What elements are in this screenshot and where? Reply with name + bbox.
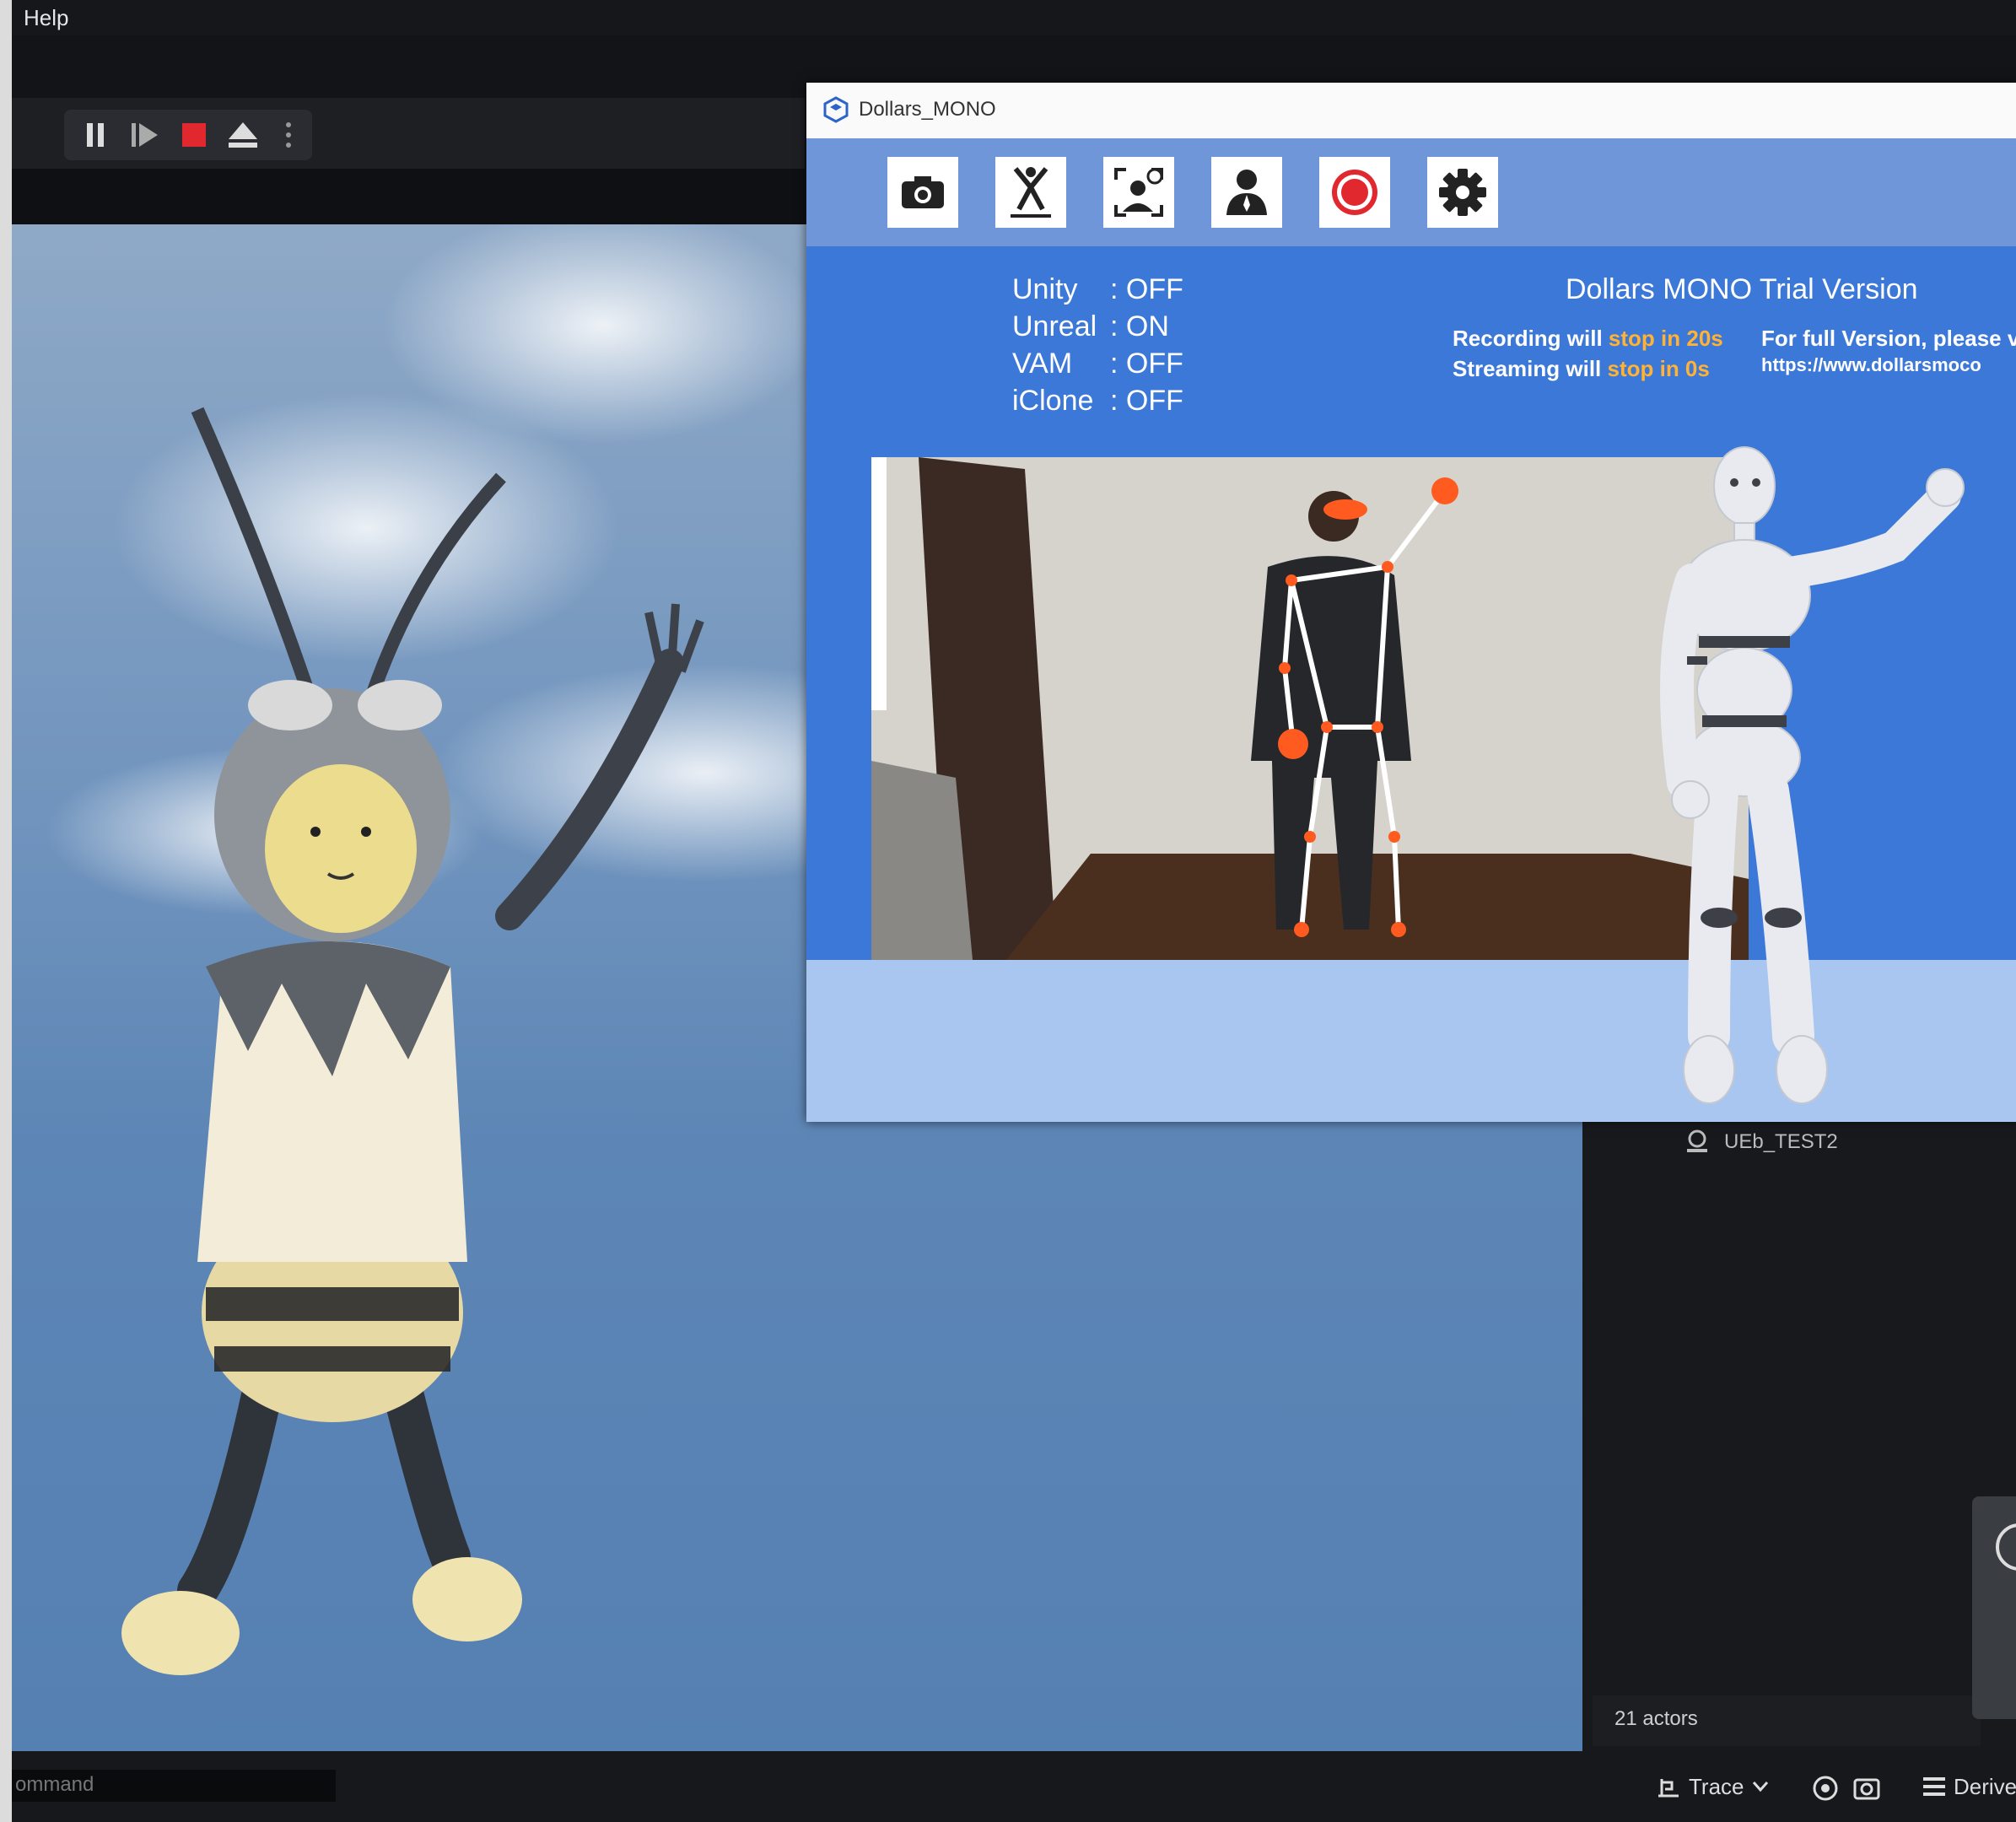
trace-icon [1658, 1779, 1679, 1798]
eject-button[interactable] [226, 118, 260, 152]
person-button[interactable] [1211, 157, 1282, 228]
derived-data-button[interactable]: Derived [1922, 1770, 2016, 1803]
actor-count: 21 actors [1614, 1707, 1698, 1730]
mannequin-avatar [1660, 446, 1965, 1104]
app-logo-icon [823, 96, 849, 123]
status-unity: Unity: OFF [1012, 273, 1183, 305]
play-options-button[interactable] [278, 118, 299, 152]
chevron-down-icon [1752, 1782, 1768, 1792]
outliner-item[interactable]: UEb_TEST2 [1724, 1130, 1838, 1154]
recording-notice: Recording will stop in 20s [1453, 326, 1723, 351]
face-capture-icon [1114, 168, 1163, 217]
side-tab-icon [1996, 1523, 2016, 1571]
screenshot-icon[interactable] [1852, 1775, 1881, 1802]
person-icon [1226, 170, 1267, 215]
record-icon [1332, 170, 1377, 215]
pause-icon [87, 123, 104, 147]
trace-dropdown[interactable]: Trace [1655, 1770, 1770, 1803]
settings-button[interactable] [1427, 157, 1498, 228]
step-forward-button[interactable] [128, 118, 162, 152]
streaming-notice: Streaming will stop in 0s [1453, 356, 1710, 381]
command-input[interactable]: ommand [12, 1770, 336, 1802]
camera-icon [902, 176, 944, 208]
menu-help[interactable]: Help [24, 5, 68, 31]
mono-title-bar: Dollars_MONO [806, 83, 2016, 138]
outliner-panel: UEb_TEST2 [1582, 1122, 2016, 1751]
more-options-icon [286, 122, 291, 148]
left-edge-strip [0, 0, 12, 1822]
camera-feed [871, 457, 1749, 960]
stop-icon [182, 123, 206, 147]
pose-button[interactable] [995, 157, 1066, 228]
list-icon [1923, 1777, 1945, 1796]
eject-icon [229, 122, 257, 148]
mono-window-title: Dollars_MONO [859, 98, 996, 121]
website-link[interactable]: https://www.dollarsmoco [1761, 354, 1981, 376]
trial-version-title: Dollars MONO Trial Version [1566, 273, 1918, 305]
command-placeholder: ommand [15, 1773, 94, 1796]
dollars-mono-window: Dollars_MONO Unity: OFF Unreal: ON VAM: … [806, 83, 2016, 1122]
settings-icon [1439, 169, 1486, 216]
record-button[interactable] [1319, 157, 1390, 228]
status-vam: VAM: OFF [1012, 348, 1183, 380]
outliner-footer: 21 actors [1593, 1695, 1981, 1746]
status-bar: ommand Trace Derived [12, 1751, 2016, 1822]
camera-button[interactable] [887, 157, 958, 228]
side-panel-tab[interactable] [1972, 1496, 2016, 1719]
camera-feed-image [871, 457, 1749, 960]
mono-toolbar [806, 138, 2016, 246]
pose-icon [1011, 167, 1051, 218]
source-control-icon[interactable] [1812, 1775, 1839, 1802]
stop-button[interactable] [177, 118, 211, 152]
menu-bar: Help [12, 0, 2016, 35]
full-version-notice: For full Version, please v [1761, 326, 2016, 351]
pause-button[interactable] [79, 118, 113, 152]
step-forward-icon [132, 123, 158, 147]
face-capture-button[interactable] [1103, 157, 1174, 228]
viewport-toolbar [12, 169, 805, 224]
trace-label: Trace [1689, 1773, 1744, 1799]
status-iclone: iClone: OFF [1012, 385, 1183, 417]
derived-label: Derived [1954, 1773, 2016, 1799]
status-unreal: Unreal: ON [1012, 310, 1169, 342]
actor-icon [1687, 1129, 1707, 1152]
